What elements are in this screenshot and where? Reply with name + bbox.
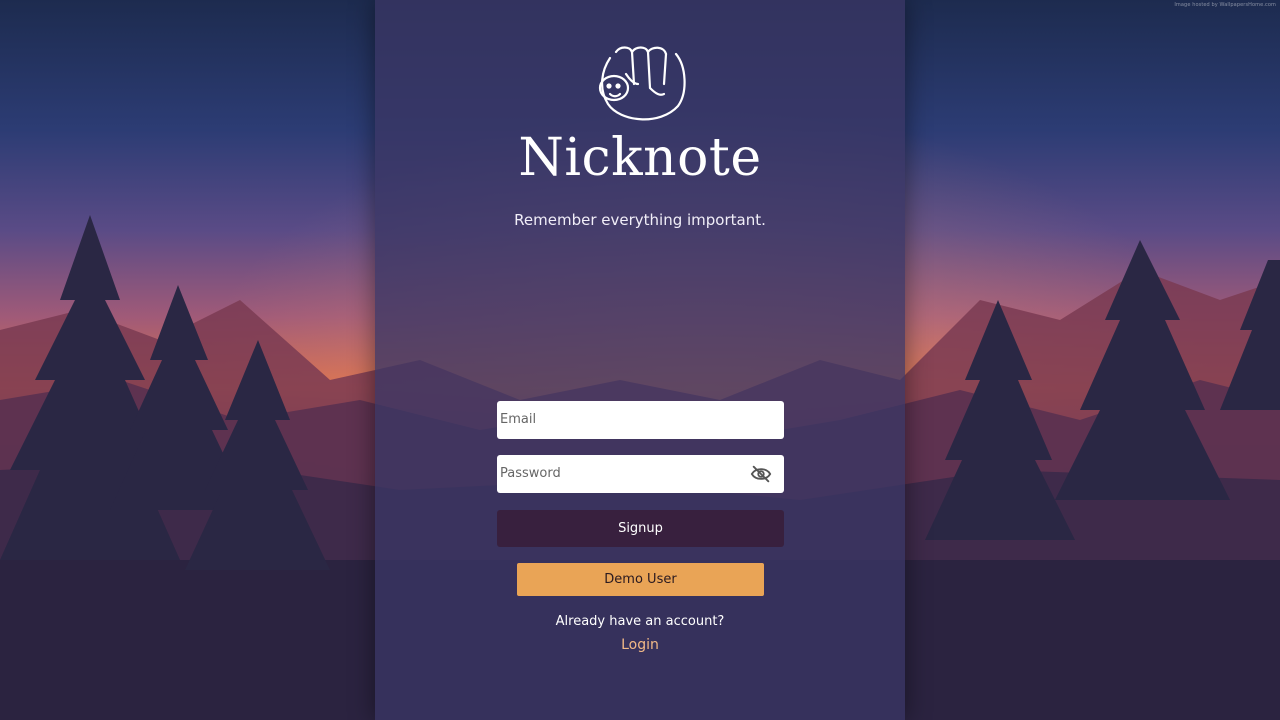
account-prompt: Already have an account? [555,614,725,629]
sloth-icon [598,46,686,121]
watermark: Image hosted by WallpapersHome.com [1174,2,1276,8]
tagline: Remember everything important. [514,211,766,229]
demo-user-button[interactable]: Demo User [517,563,764,596]
login-link[interactable]: Login [375,637,905,653]
signup-button[interactable]: Signup [497,510,784,547]
email-input[interactable] [500,401,740,437]
app-title: Nicknote [518,128,762,188]
eye-slash-icon[interactable] [750,464,772,484]
password-input[interactable] [500,455,740,491]
password-field[interactable] [497,455,784,493]
email-field[interactable] [497,401,784,439]
